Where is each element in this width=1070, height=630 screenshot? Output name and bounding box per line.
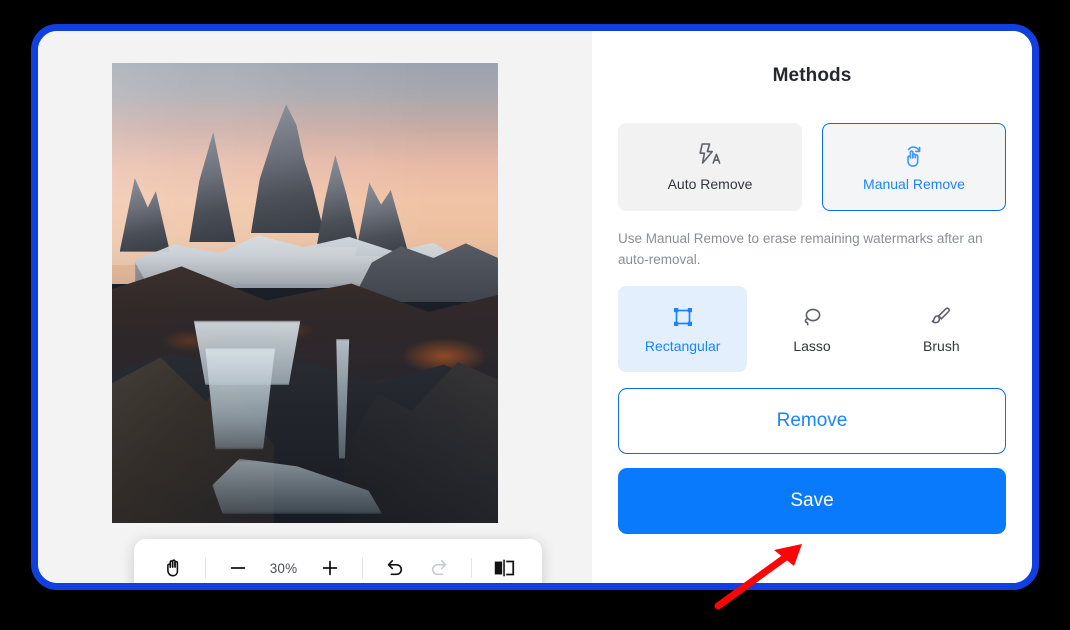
remove-button[interactable]: Remove	[618, 388, 1006, 455]
application-window: 30% Methods Auto Remove Manual Remove Us…	[31, 24, 1039, 590]
tool-brush[interactable]: Brush	[877, 286, 1006, 372]
method-card-label: Auto Remove	[667, 176, 753, 192]
tool-lasso[interactable]: Lasso	[747, 286, 876, 372]
method-card-auto-remove[interactable]: Auto Remove	[618, 123, 802, 211]
zoom-in-button[interactable]	[308, 548, 352, 583]
compare-button[interactable]	[482, 548, 526, 583]
lasso-icon	[800, 305, 824, 329]
plus-icon	[322, 560, 337, 576]
toolbar-divider-3	[470, 558, 472, 578]
pan-tool-button[interactable]	[151, 548, 195, 583]
tool-label: Rectangular	[644, 337, 721, 354]
tool-selector-group: Rectangular Lasso Brush	[618, 286, 1006, 373]
toolbar-divider-1	[204, 558, 206, 578]
method-hint-text: Use Manual Remove to erase remaining wat…	[618, 231, 983, 267]
method-card-manual-remove[interactable]: Manual Remove	[822, 123, 1006, 211]
tool-label: Lasso	[793, 337, 831, 354]
hand-pointer-refresh-icon	[900, 142, 928, 168]
canvas-toolbar: 30%	[134, 539, 542, 583]
method-card-group: Auto Remove Manual Remove	[618, 123, 1006, 211]
rectangular-marquee-icon	[671, 305, 695, 329]
methods-panel: Methods Auto Remove Manual Remove Use Ma…	[592, 31, 1032, 583]
image-editor-pane: 30%	[38, 31, 592, 583]
save-button[interactable]: Save	[618, 468, 1006, 535]
minus-icon	[230, 567, 245, 569]
photo-vignette	[112, 63, 498, 523]
page-title: Methods	[772, 65, 852, 86]
hand-icon	[166, 559, 178, 577]
tool-label: Brush	[923, 337, 960, 354]
redo-icon	[431, 560, 446, 576]
zoom-out-button[interactable]	[216, 548, 260, 583]
photo-render	[112, 63, 498, 523]
method-card-label: Manual Remove	[863, 176, 965, 192]
tool-rectangular[interactable]: Rectangular	[618, 286, 748, 373]
application-content: 30% Methods Auto Remove Manual Remove Us…	[38, 31, 1032, 583]
editor-photo[interactable]	[112, 63, 498, 523]
compare-split-icon	[494, 559, 514, 577]
undo-button[interactable]	[373, 548, 417, 583]
toolbar-divider-2	[361, 558, 363, 578]
redo-button[interactable]	[417, 548, 461, 583]
lightning-auto-icon	[696, 142, 724, 168]
zoom-level-value: 30%	[269, 560, 298, 576]
brush-icon	[929, 305, 953, 329]
undo-icon	[387, 560, 402, 576]
